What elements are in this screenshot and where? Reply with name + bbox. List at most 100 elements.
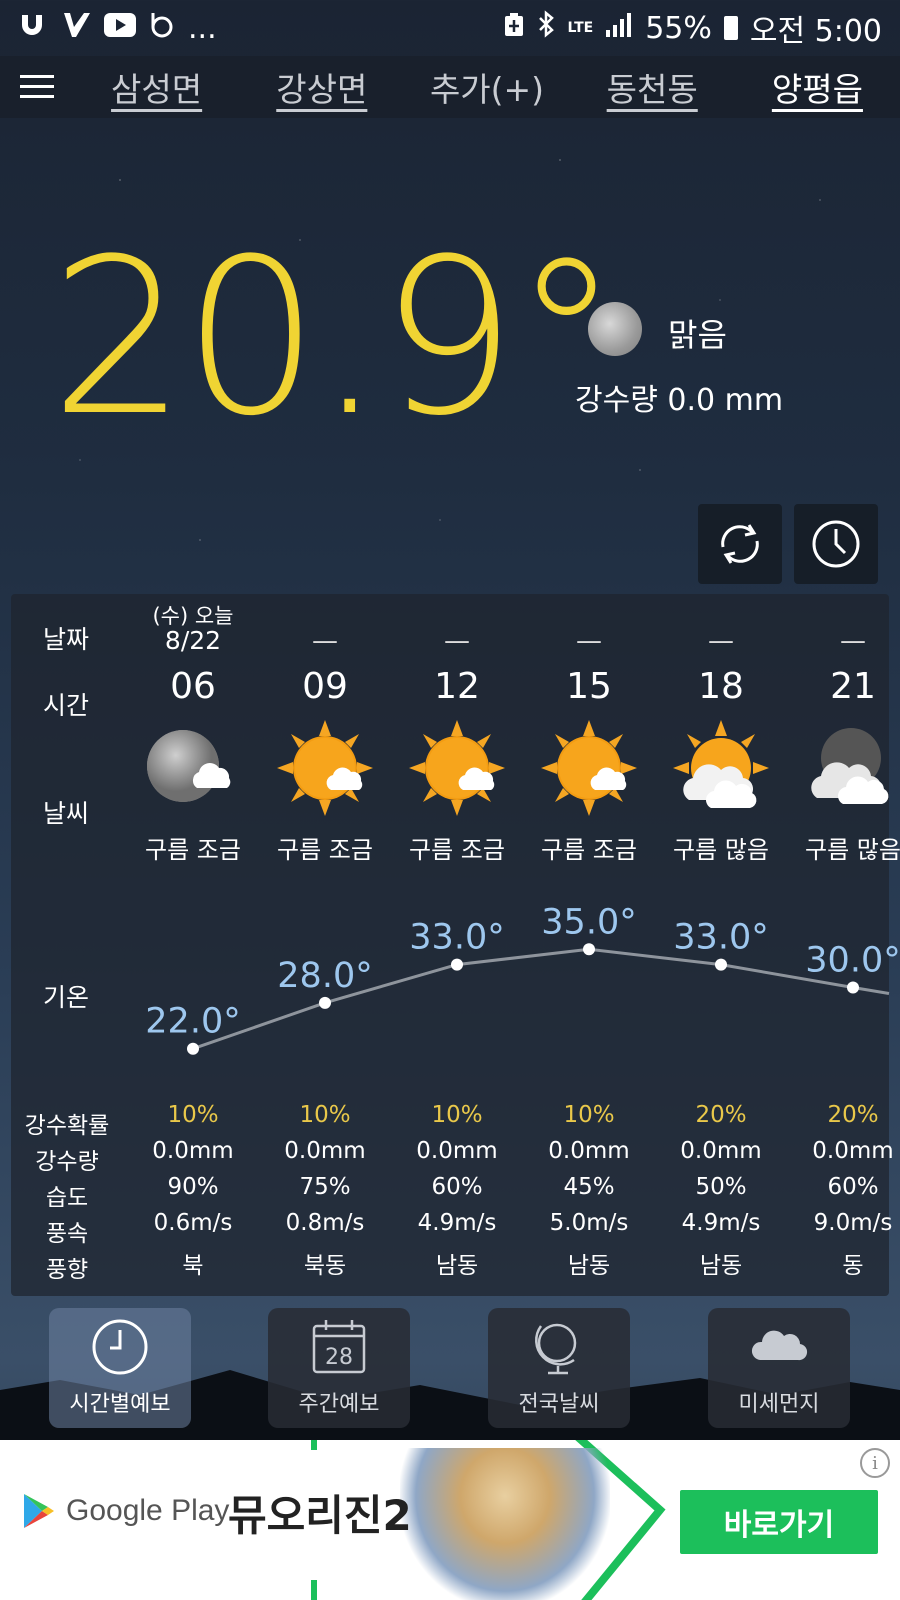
forecast-wind-dir-text: 남동 <box>699 1253 743 1279</box>
forecast-wind-speed-text: 5.0m/s <box>549 1210 629 1236</box>
forecast-description: 구름 조금 <box>127 830 259 865</box>
forecast-precip-prob-text: 10% <box>431 1102 483 1128</box>
forecast-date-text: — <box>312 626 338 656</box>
forecast-wind-speed: 9.0m/s <box>787 1210 900 1236</box>
forecast-humidity: 60% <box>787 1174 900 1200</box>
current-precip: 강수량 0.0 mm <box>575 375 783 419</box>
temperature-point <box>187 1042 199 1055</box>
battery-icon <box>723 16 738 40</box>
forecast-precip-prob-text: 20% <box>827 1102 879 1128</box>
tab-samseong[interactable]: 삼성면 <box>74 63 239 111</box>
forecast-date: 8/22 <box>127 626 259 655</box>
forecast-hour: 06 <box>127 666 259 707</box>
nav-weekly-forecast[interactable]: 28 주간예보 <box>268 1308 410 1428</box>
forecast-precip-text: 0.0mm <box>812 1138 894 1164</box>
moon-clouds-icon <box>787 718 900 818</box>
forecast-hour-text: 09 <box>302 666 348 707</box>
forecast-date: — <box>391 626 523 656</box>
forecast-wind-dir: 남동 <box>655 1246 787 1280</box>
calendar-icon: 28 <box>312 1320 366 1374</box>
forecast-date-text: — <box>444 626 470 656</box>
google-play-icon <box>24 1494 54 1528</box>
forecast-description: 구름 조금 <box>523 830 655 865</box>
forecast-precip-prob: 10% <box>523 1102 655 1128</box>
forecast-description: 구름 조금 <box>391 830 523 865</box>
forecast-precip: 0.0mm <box>259 1138 391 1164</box>
youtube-icon <box>104 12 136 44</box>
clock-icon <box>92 1319 148 1375</box>
forecast-date: — <box>655 626 787 656</box>
sun-clouds-icon-text <box>671 718 771 818</box>
forecast-wind-dir-text: 북 <box>182 1253 204 1279</box>
forecast-precip-text: 0.0mm <box>416 1138 498 1164</box>
temperature-point <box>583 943 595 956</box>
forecast-humidity-text: 45% <box>563 1174 615 1200</box>
forecast-date-text: — <box>708 626 734 656</box>
forecast-date: — <box>787 626 900 656</box>
ad-title: 뮤오리진2 <box>228 1491 412 1540</box>
forecast-humidity-text: 60% <box>827 1174 879 1200</box>
forecast-humidity-text: 75% <box>299 1174 351 1200</box>
google-play-badge: Google Play <box>22 1492 229 1530</box>
tab-gangsang[interactable]: 강상면 <box>239 63 404 111</box>
forecast-precip-text: 0.0mm <box>152 1138 234 1164</box>
forecast-hour: 18 <box>655 666 787 707</box>
forecast-wind-dir: 남동 <box>391 1246 523 1280</box>
row-label-wind-speed: 풍속 <box>45 1221 89 1247</box>
tab-dongcheon[interactable]: 동천동 <box>570 63 735 111</box>
moon-icon <box>588 302 642 356</box>
forecast-precip-text: 0.0mm <box>548 1138 630 1164</box>
forecast-description-text: 구름 조금 <box>541 836 637 864</box>
ad-cta-button[interactable]: 바로가기 <box>680 1490 878 1554</box>
forecast-wind-dir-text: 동 <box>842 1253 864 1279</box>
menu-icon[interactable] <box>0 56 74 118</box>
precip-label: 강수량 <box>575 383 658 418</box>
forecast-wind-speed: 0.6m/s <box>127 1210 259 1236</box>
temperature-point <box>319 996 331 1009</box>
nav-hourly-forecast[interactable]: 시간별예보 <box>49 1308 191 1428</box>
forecast-precip: 0.0mm <box>655 1138 787 1164</box>
battery-percent: 55% <box>645 10 712 46</box>
clock-time: 오전 5:00 <box>749 14 882 49</box>
ad-banner[interactable]: Google Play 뮤오리진2 바로가기 i <box>0 1440 900 1600</box>
forecast-precip-prob: 10% <box>259 1102 391 1128</box>
forecast-precip-prob: 20% <box>655 1102 787 1128</box>
update-time-button[interactable] <box>794 504 878 584</box>
temperature-point <box>451 958 463 971</box>
forecast-precip-prob-text: 10% <box>563 1102 615 1128</box>
forecast-humidity: 90% <box>127 1174 259 1200</box>
moon-cloud-icon <box>127 718 259 818</box>
hourly-forecast-panel: 날짜 시간 날씨 기온 (수) 오늘 8/22 06 구름 조금 10% 0.0mm 90%… <box>11 594 900 1296</box>
location-tab-bar: 삼성면 강상면 추가(+) 동천동 양평읍 <box>0 56 900 118</box>
nav-label: 미세먼지 <box>738 1392 820 1417</box>
temperature-label: 30.0° <box>805 941 900 981</box>
forecast-precip-text: 0.0mm <box>284 1138 366 1164</box>
temperature-label: 35.0° <box>541 902 636 942</box>
nav-label: 시간별예보 <box>69 1392 171 1417</box>
bottom-navigation: 시간별예보 28 주간예보 전국날씨 미세먼지 <box>0 1308 900 1440</box>
forecast-wind-dir: 북동 <box>259 1246 391 1280</box>
forecast-hour: 21 <box>787 666 900 707</box>
refresh-button[interactable] <box>698 504 782 584</box>
ad-info-icon[interactable]: i <box>860 1448 890 1478</box>
forecast-wind-speed-text: 0.8m/s <box>285 1210 365 1236</box>
nav-fine-dust[interactable]: 미세먼지 <box>708 1308 850 1428</box>
forecast-precip-prob-text: 10% <box>299 1102 351 1128</box>
vm-icon <box>62 11 92 46</box>
current-temperature: 20.9° <box>50 212 620 463</box>
row-label-time: 시간 <box>42 691 89 720</box>
forecast-humidity: 75% <box>259 1174 391 1200</box>
moon-clouds-icon-text <box>803 718 900 818</box>
tab-add-location[interactable]: 추가(+) <box>404 63 569 111</box>
sun-cloud-icon-text <box>407 718 507 818</box>
forecast-wind-speed-text: 0.6m/s <box>153 1210 233 1236</box>
status-right: LTE 55% 오전 5:00 <box>503 6 882 50</box>
forecast-wind-dir-text: 북동 <box>303 1253 347 1279</box>
nav-national-weather[interactable]: 전국날씨 <box>488 1308 630 1428</box>
forecast-hour: 12 <box>391 666 523 707</box>
forecast-description-text: 구름 조금 <box>277 836 373 864</box>
row-label-precip: 강수량 <box>35 1149 99 1175</box>
forecast-hour-text: 15 <box>566 666 612 707</box>
forecast-precip-prob-text: 10% <box>167 1102 219 1128</box>
tab-yangpyeong[interactable]: 양평읍 <box>735 63 900 111</box>
